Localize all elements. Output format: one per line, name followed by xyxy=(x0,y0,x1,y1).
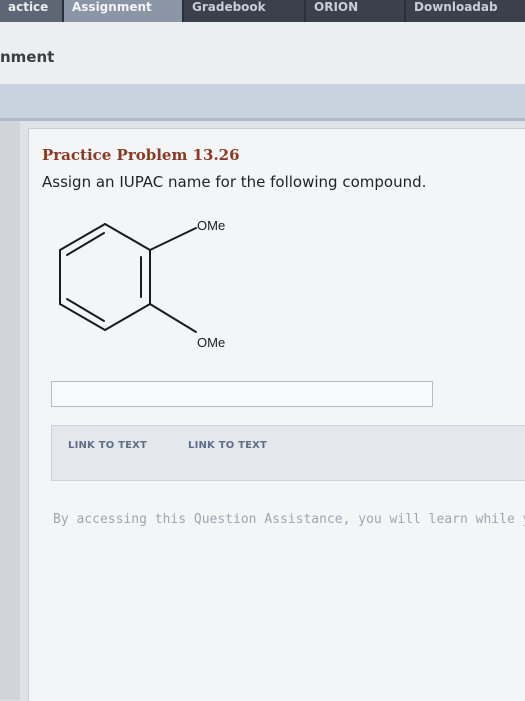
header-stripe xyxy=(0,84,525,120)
left-rail xyxy=(0,121,20,700)
section-header: nment xyxy=(0,22,525,84)
answer-input[interactable] xyxy=(51,381,433,407)
problem-prompt: Assign an IUPAC name for the following c… xyxy=(42,173,427,191)
substituent-label-bottom: OMe xyxy=(197,335,225,350)
ring-bond xyxy=(104,223,151,251)
assistance-note: By accessing this Question Assistance, y… xyxy=(53,512,525,527)
problem-title: Practice Problem 13.26 xyxy=(42,146,240,164)
methoxy-bond-bottom xyxy=(149,303,197,333)
methoxy-bond-top xyxy=(149,227,197,251)
molecule-structure: OMe OMe xyxy=(59,218,225,350)
tab-downloadable[interactable]: Downloadab xyxy=(406,0,525,22)
substituent-label-top: OMe xyxy=(197,218,225,233)
top-navigation-bar: actice Assignment Gradebook ORION Downlo… xyxy=(0,0,525,22)
header-divider xyxy=(0,118,525,121)
tab-assignment[interactable]: Assignment xyxy=(64,0,182,22)
link-to-text-button-1[interactable]: LINK TO TEXT xyxy=(68,440,147,451)
link-to-text-button-2[interactable]: LINK TO TEXT xyxy=(188,440,267,451)
section-title: nment xyxy=(0,48,55,66)
ring-bond xyxy=(104,303,151,331)
tab-practice[interactable]: actice xyxy=(0,0,62,22)
link-bar: LINK TO TEXT LINK TO TEXT xyxy=(51,425,525,481)
tab-gradebook[interactable]: Gradebook xyxy=(184,0,304,22)
tab-orion[interactable]: ORION xyxy=(306,0,404,22)
